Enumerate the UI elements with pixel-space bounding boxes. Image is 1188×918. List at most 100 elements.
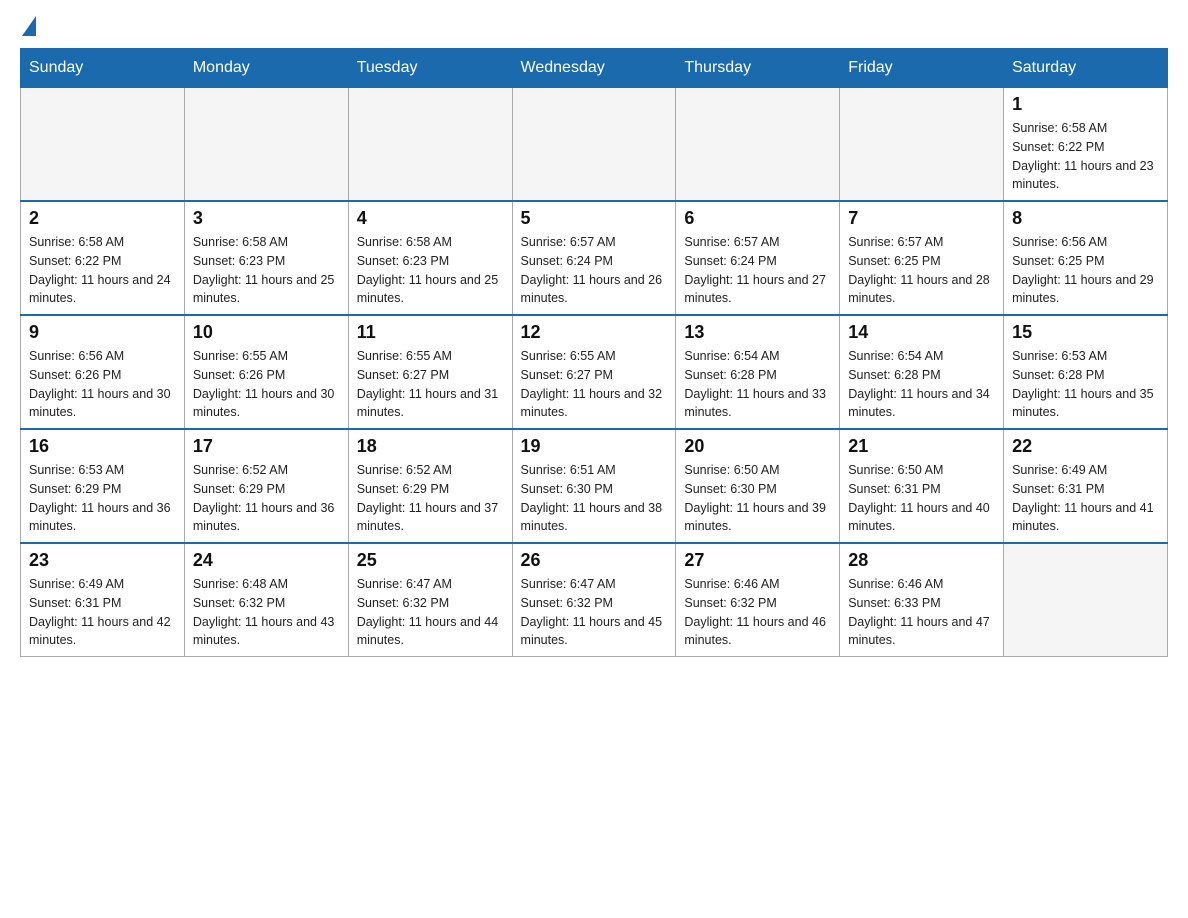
day-info: Sunrise: 6:47 AMSunset: 6:32 PMDaylight:…: [521, 575, 668, 650]
calendar-day-cell: [21, 88, 185, 202]
calendar-week-row: 9 Sunrise: 6:56 AMSunset: 6:26 PMDaylight…: [21, 315, 1168, 429]
day-number: 11: [357, 322, 504, 343]
calendar-day-cell: 1 Sunrise: 6:58 AMSunset: 6:22 PMDaylight…: [1004, 88, 1168, 202]
calendar-day-cell: 3 Sunrise: 6:58 AMSunset: 6:23 PMDaylight…: [184, 201, 348, 315]
day-info: Sunrise: 6:57 AMSunset: 6:25 PMDaylight:…: [848, 233, 995, 308]
day-info: Sunrise: 6:51 AMSunset: 6:30 PMDaylight:…: [521, 461, 668, 536]
day-number: 26: [521, 550, 668, 571]
calendar-header-friday: Friday: [840, 49, 1004, 88]
day-number: 6: [684, 208, 831, 229]
calendar-day-cell: 12 Sunrise: 6:55 AMSunset: 6:27 PMDayligh…: [512, 315, 676, 429]
day-number: 19: [521, 436, 668, 457]
page-header: [20, 20, 1168, 32]
calendar-day-cell: 19 Sunrise: 6:51 AMSunset: 6:30 PMDayligh…: [512, 429, 676, 543]
calendar-day-cell: [348, 88, 512, 202]
logo-triangle-icon: [22, 16, 36, 36]
calendar-day-cell: 16Sunrise: 6:53 AMSunset: 6:29 PMDayligh…: [21, 429, 185, 543]
day-info: Sunrise: 6:49 AMSunset: 6:31 PMDaylight:…: [29, 575, 176, 650]
day-info: Sunrise: 6:56 AMSunset: 6:26 PMDaylight:…: [29, 347, 176, 422]
day-info: Sunrise: 6:46 AMSunset: 6:32 PMDaylight:…: [684, 575, 831, 650]
day-number: 27: [684, 550, 831, 571]
day-info: Sunrise: 6:55 AMSunset: 6:26 PMDaylight:…: [193, 347, 340, 422]
day-number: 3: [193, 208, 340, 229]
day-number: 4: [357, 208, 504, 229]
day-info: Sunrise: 6:55 AMSunset: 6:27 PMDaylight:…: [357, 347, 504, 422]
day-number: 20: [684, 436, 831, 457]
calendar-header-row: SundayMondayTuesdayWednesdayThursdayFrid…: [21, 49, 1168, 88]
day-number: 8: [1012, 208, 1159, 229]
day-number: 5: [521, 208, 668, 229]
calendar-week-row: 16Sunrise: 6:53 AMSunset: 6:29 PMDayligh…: [21, 429, 1168, 543]
day-number: 12: [521, 322, 668, 343]
calendar-header-saturday: Saturday: [1004, 49, 1168, 88]
day-info: Sunrise: 6:49 AMSunset: 6:31 PMDaylight:…: [1012, 461, 1159, 536]
calendar-week-row: 2Sunrise: 6:58 AMSunset: 6:22 PMDaylight…: [21, 201, 1168, 315]
calendar-day-cell: 10Sunrise: 6:55 AMSunset: 6:26 PMDayligh…: [184, 315, 348, 429]
day-number: 23: [29, 550, 176, 571]
calendar-day-cell: [512, 88, 676, 202]
calendar-day-cell: 23 Sunrise: 6:49 AMSunset: 6:31 PMDayligh…: [21, 543, 185, 657]
day-info: Sunrise: 6:58 AMSunset: 6:23 PMDaylight:…: [357, 233, 504, 308]
day-number: 24: [193, 550, 340, 571]
day-number: 1: [1012, 94, 1159, 115]
day-info: Sunrise: 6:57 AMSunset: 6:24 PMDaylight:…: [684, 233, 831, 308]
day-number: 9: [29, 322, 176, 343]
day-info: Sunrise: 6:48 AMSunset: 6:32 PMDaylight:…: [193, 575, 340, 650]
day-number: 13: [684, 322, 831, 343]
day-info: Sunrise: 6:47 AMSunset: 6:32 PMDaylight:…: [357, 575, 504, 650]
day-number: 17: [193, 436, 340, 457]
day-number: 28: [848, 550, 995, 571]
day-number: 7: [848, 208, 995, 229]
calendar-day-cell: 13 Sunrise: 6:54 AMSunset: 6:28 PMDayligh…: [676, 315, 840, 429]
calendar-day-cell: 6 Sunrise: 6:57 AMSunset: 6:24 PMDaylight…: [676, 201, 840, 315]
day-info: Sunrise: 6:55 AMSunset: 6:27 PMDaylight:…: [521, 347, 668, 422]
day-info: Sunrise: 6:54 AMSunset: 6:28 PMDaylight:…: [848, 347, 995, 422]
calendar-table: SundayMondayTuesdayWednesdayThursdayFrid…: [20, 48, 1168, 657]
calendar-day-cell: 22 Sunrise: 6:49 AMSunset: 6:31 PMDayligh…: [1004, 429, 1168, 543]
calendar-week-row: 1 Sunrise: 6:58 AMSunset: 6:22 PMDaylight…: [21, 88, 1168, 202]
calendar-header-thursday: Thursday: [676, 49, 840, 88]
calendar-day-cell: 27 Sunrise: 6:46 AMSunset: 6:32 PMDayligh…: [676, 543, 840, 657]
day-info: Sunrise: 6:58 AMSunset: 6:23 PMDaylight:…: [193, 233, 340, 308]
calendar-day-cell: 28 Sunrise: 6:46 AMSunset: 6:33 PMDayligh…: [840, 543, 1004, 657]
calendar-day-cell: 24 Sunrise: 6:48 AMSunset: 6:32 PMDayligh…: [184, 543, 348, 657]
calendar-day-cell: 4 Sunrise: 6:58 AMSunset: 6:23 PMDaylight…: [348, 201, 512, 315]
day-number: 25: [357, 550, 504, 571]
day-info: Sunrise: 6:50 AMSunset: 6:30 PMDaylight:…: [684, 461, 831, 536]
day-info: Sunrise: 6:46 AMSunset: 6:33 PMDaylight:…: [848, 575, 995, 650]
calendar-day-cell: 17Sunrise: 6:52 AMSunset: 6:29 PMDayligh…: [184, 429, 348, 543]
day-number: 2: [29, 208, 176, 229]
calendar-header-sunday: Sunday: [21, 49, 185, 88]
day-info: Sunrise: 6:50 AMSunset: 6:31 PMDaylight:…: [848, 461, 995, 536]
calendar-day-cell: [1004, 543, 1168, 657]
calendar-day-cell: 11 Sunrise: 6:55 AMSunset: 6:27 PMDayligh…: [348, 315, 512, 429]
day-number: 16: [29, 436, 176, 457]
day-info: Sunrise: 6:58 AMSunset: 6:22 PMDaylight:…: [1012, 119, 1159, 194]
day-info: Sunrise: 6:53 AMSunset: 6:28 PMDaylight:…: [1012, 347, 1159, 422]
calendar-header-tuesday: Tuesday: [348, 49, 512, 88]
calendar-day-cell: 14 Sunrise: 6:54 AMSunset: 6:28 PMDayligh…: [840, 315, 1004, 429]
calendar-day-cell: 2Sunrise: 6:58 AMSunset: 6:22 PMDaylight…: [21, 201, 185, 315]
calendar-day-cell: 25 Sunrise: 6:47 AMSunset: 6:32 PMDayligh…: [348, 543, 512, 657]
day-number: 21: [848, 436, 995, 457]
calendar-day-cell: 18 Sunrise: 6:52 AMSunset: 6:29 PMDayligh…: [348, 429, 512, 543]
day-info: Sunrise: 6:54 AMSunset: 6:28 PMDaylight:…: [684, 347, 831, 422]
calendar-day-cell: 21 Sunrise: 6:50 AMSunset: 6:31 PMDayligh…: [840, 429, 1004, 543]
calendar-day-cell: 5 Sunrise: 6:57 AMSunset: 6:24 PMDaylight…: [512, 201, 676, 315]
day-info: Sunrise: 6:57 AMSunset: 6:24 PMDaylight:…: [521, 233, 668, 308]
calendar-day-cell: [676, 88, 840, 202]
calendar-day-cell: [184, 88, 348, 202]
day-number: 14: [848, 322, 995, 343]
calendar-day-cell: 15 Sunrise: 6:53 AMSunset: 6:28 PMDayligh…: [1004, 315, 1168, 429]
calendar-week-row: 23 Sunrise: 6:49 AMSunset: 6:31 PMDayligh…: [21, 543, 1168, 657]
logo: [20, 20, 36, 32]
day-info: Sunrise: 6:52 AMSunset: 6:29 PMDaylight:…: [357, 461, 504, 536]
calendar-day-cell: 8 Sunrise: 6:56 AMSunset: 6:25 PMDaylight…: [1004, 201, 1168, 315]
day-number: 22: [1012, 436, 1159, 457]
calendar-header-wednesday: Wednesday: [512, 49, 676, 88]
day-number: 15: [1012, 322, 1159, 343]
day-info: Sunrise: 6:56 AMSunset: 6:25 PMDaylight:…: [1012, 233, 1159, 308]
calendar-day-cell: 26 Sunrise: 6:47 AMSunset: 6:32 PMDayligh…: [512, 543, 676, 657]
calendar-day-cell: 7 Sunrise: 6:57 AMSunset: 6:25 PMDaylight…: [840, 201, 1004, 315]
day-number: 18: [357, 436, 504, 457]
